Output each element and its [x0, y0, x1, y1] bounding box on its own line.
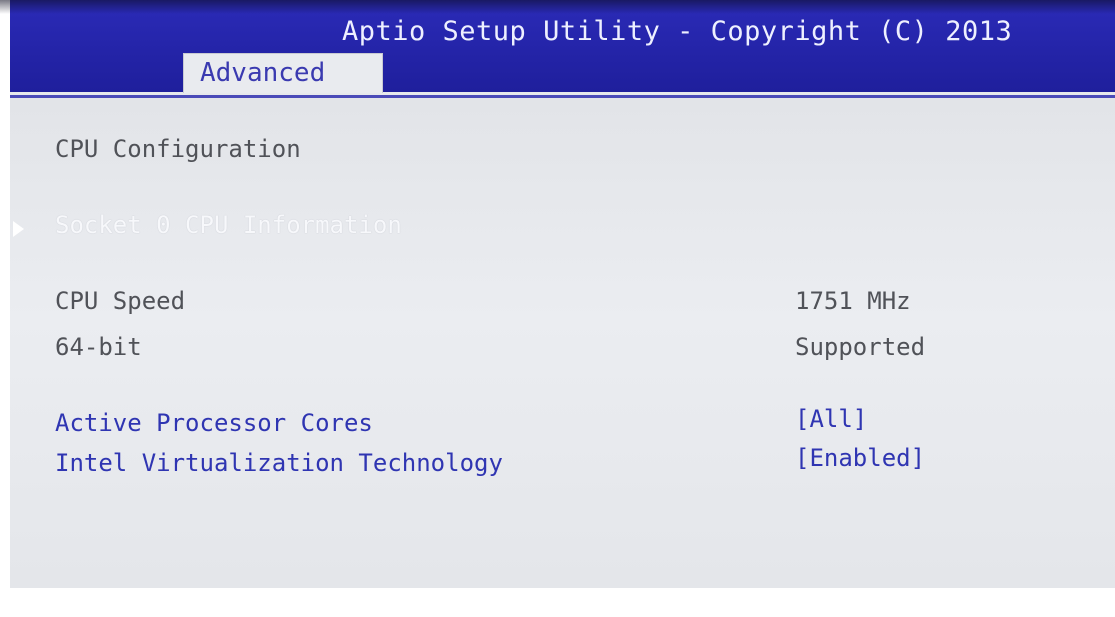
submenu-socket0-cpu-info[interactable]: Socket 0 CPU Information [55, 211, 402, 239]
utility-title: Aptio Setup Utility - Copyright (C) 2013 [342, 16, 1013, 47]
bios-screen: Aptio Setup Utility - Copyright (C) 2013… [0, 0, 1115, 617]
photo-edge [0, 0, 10, 617]
setting-active-processor-cores[interactable]: Active Processor Cores [55, 409, 373, 437]
intel-virtualization-value[interactable]: [Enabled] [795, 444, 925, 472]
setting-intel-virtualization[interactable]: Intel Virtualization Technology [55, 449, 503, 477]
header-shadow [0, 0, 1115, 14]
section-title: CPU Configuration [55, 135, 301, 163]
photo-bottom-edge [0, 588, 1115, 617]
submenu-arrow-icon [13, 221, 24, 237]
settings-panel [10, 98, 1115, 588]
64bit-value: Supported [795, 333, 926, 361]
cpu-speed-label: CPU Speed [55, 287, 186, 315]
active-processor-cores-value[interactable]: [All] [795, 405, 867, 433]
cpu-speed-value: 1751 MHz [795, 287, 911, 315]
64bit-label: 64-bit [55, 333, 142, 361]
tab-advanced-label: Advanced [200, 58, 326, 88]
